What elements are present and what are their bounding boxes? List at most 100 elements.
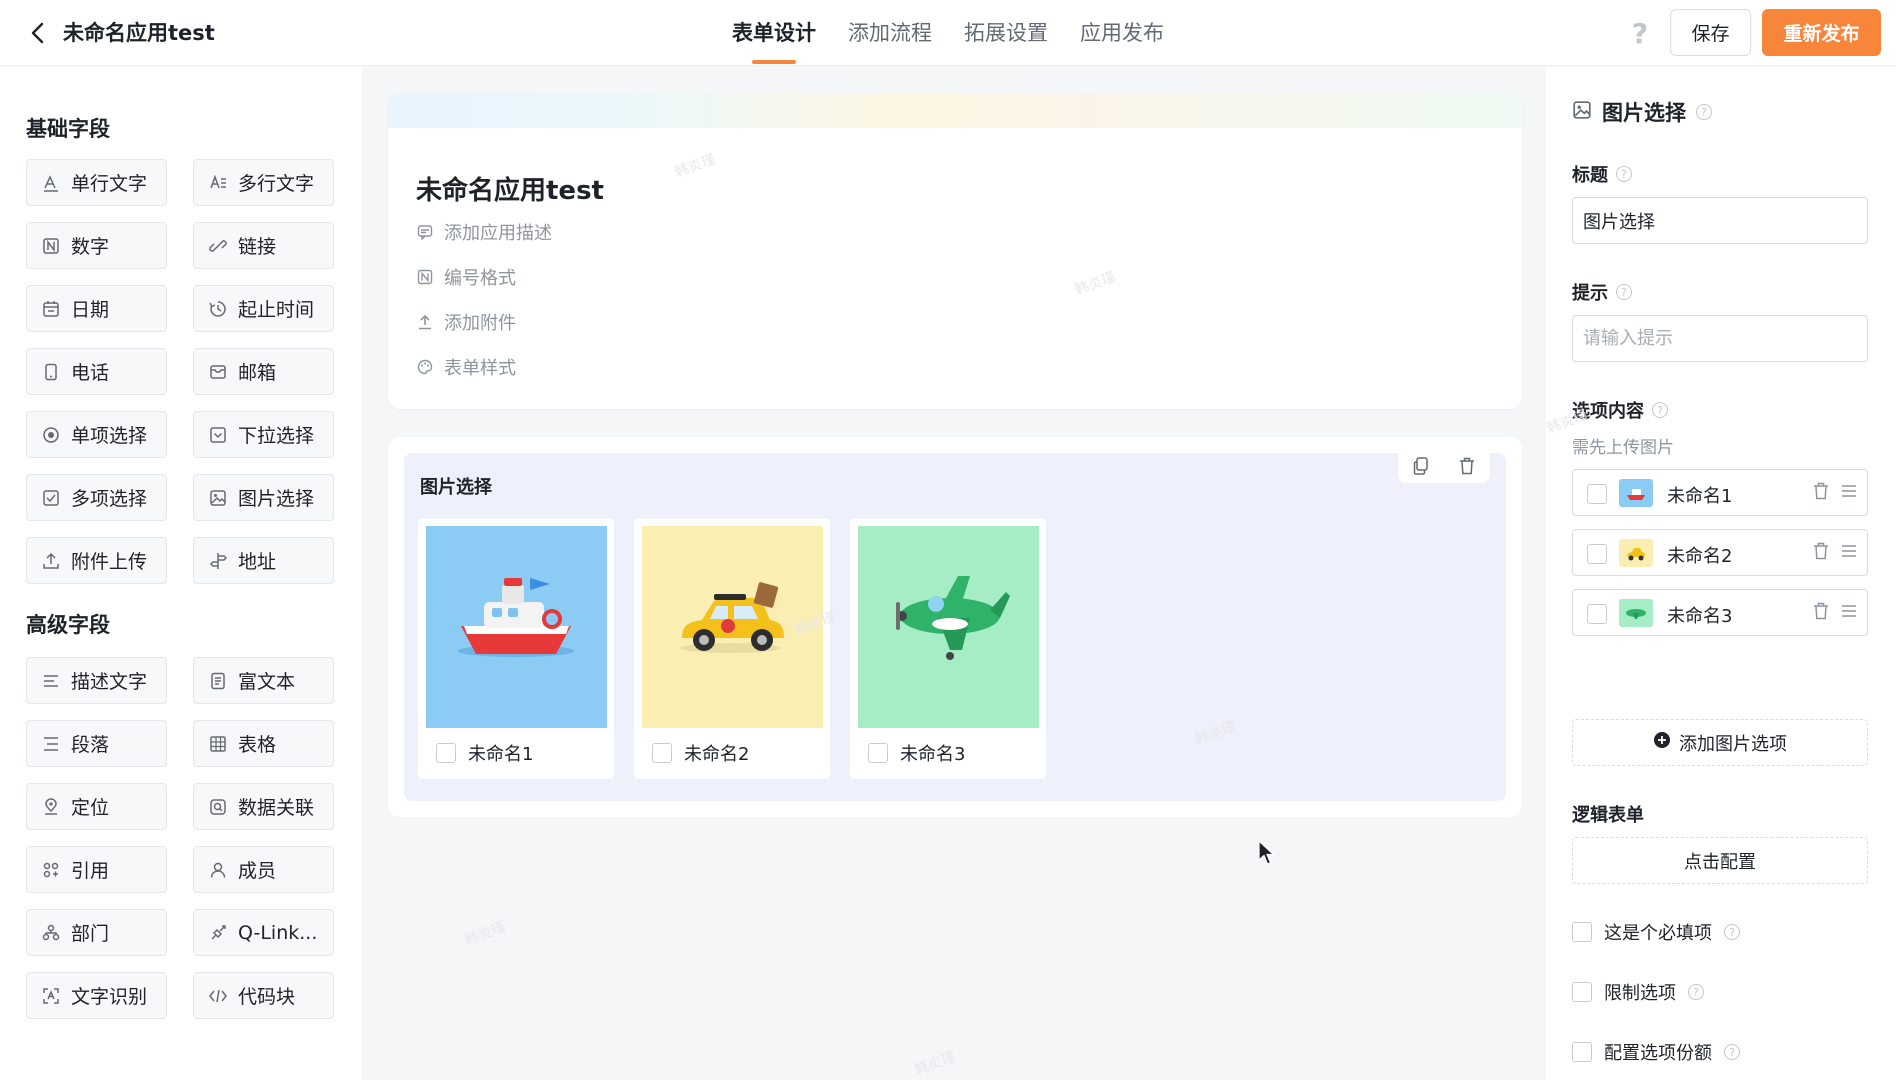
trash-icon[interactable] xyxy=(1813,542,1831,562)
help-circle-icon[interactable]: ? xyxy=(1616,284,1632,300)
picture-checkbox[interactable] xyxy=(652,743,672,763)
help-circle-icon[interactable]: ? xyxy=(1688,984,1704,1000)
comment-icon xyxy=(416,223,434,241)
help-circle-icon[interactable]: ? xyxy=(1724,1044,1740,1060)
multiline-text-icon xyxy=(208,173,228,193)
field-date[interactable]: 日期 xyxy=(26,285,167,332)
option-checkbox[interactable] xyxy=(1587,484,1607,504)
upload-icon xyxy=(41,551,61,571)
mail-icon xyxy=(208,362,228,382)
scan-text-icon xyxy=(41,986,61,1006)
field-multi-line-text[interactable]: 多行文字 xyxy=(193,159,334,206)
help-circle-icon[interactable]: ? xyxy=(1652,402,1668,418)
copy-icon[interactable] xyxy=(1413,456,1429,480)
clock-range-icon xyxy=(208,299,228,319)
field-code-block[interactable]: 代码块 xyxy=(193,972,334,1019)
signpost-icon xyxy=(208,551,228,571)
add-image-option-button[interactable]: 添加图片选项 xyxy=(1572,719,1868,766)
picture-option-card[interactable]: 未命名2 xyxy=(634,519,830,779)
taxi-car-image xyxy=(642,526,823,728)
add-attachment[interactable]: 添加附件 xyxy=(416,309,516,335)
image-icon xyxy=(208,488,228,508)
picture-name: 未命名3 xyxy=(900,744,966,765)
field-address[interactable]: 地址 xyxy=(193,537,334,584)
form-title[interactable]: 未命名应用test xyxy=(416,170,604,207)
org-chart-icon xyxy=(41,923,61,943)
option-thumbnail xyxy=(1619,599,1653,627)
trash-icon[interactable] xyxy=(1813,602,1831,622)
hint-label-row: 提示? xyxy=(1572,279,1632,305)
field-data-association[interactable]: 数据关联 xyxy=(193,783,334,830)
tab-form-design[interactable]: 表单设计 xyxy=(732,0,816,66)
field-table[interactable]: 表格 xyxy=(193,720,334,767)
add-description[interactable]: 添加应用描述 xyxy=(416,219,552,245)
field-link[interactable]: 链接 xyxy=(193,222,334,269)
header-banner xyxy=(388,94,1522,128)
image-icon xyxy=(1572,100,1592,125)
trash-icon[interactable] xyxy=(1813,482,1831,502)
drag-handle-icon[interactable] xyxy=(1841,602,1859,622)
field-email[interactable]: 邮箱 xyxy=(193,348,334,395)
advanced-fields-title: 高级字段 xyxy=(26,613,110,637)
hint-input[interactable] xyxy=(1572,315,1868,362)
drag-handle-icon[interactable] xyxy=(1841,542,1859,562)
upload-icon xyxy=(416,313,434,331)
limit-options-checkbox[interactable] xyxy=(1572,982,1592,1002)
help-circle-icon[interactable]: ? xyxy=(1696,104,1712,120)
picture-option-card[interactable]: 未命名1 xyxy=(418,519,614,779)
required-checkbox[interactable] xyxy=(1572,922,1592,942)
back-icon[interactable] xyxy=(22,18,52,48)
tab-app-publish[interactable]: 应用发布 xyxy=(1080,0,1164,66)
picture-option-card[interactable]: 未命名3 xyxy=(850,519,1046,779)
field-attachment-upload[interactable]: 附件上传 xyxy=(26,537,167,584)
tab-add-flow[interactable]: 添加流程 xyxy=(848,0,932,66)
picture-checkbox[interactable] xyxy=(436,743,456,763)
field-rich-text[interactable]: 富文本 xyxy=(193,657,334,704)
form-header-card: 未命名应用test 添加应用描述 编号格式 添加附件 表单样式 xyxy=(388,94,1522,409)
numbering-format[interactable]: 编号格式 xyxy=(416,264,516,290)
location-pin-icon xyxy=(41,797,61,817)
field-member[interactable]: 成员 xyxy=(193,846,334,893)
document-icon xyxy=(208,671,228,691)
field-department[interactable]: 部门 xyxy=(26,909,167,956)
field-location[interactable]: 定位 xyxy=(26,783,167,830)
field-single-line-text[interactable]: 单行文字 xyxy=(26,159,167,206)
field-text-recognition[interactable]: 文字识别 xyxy=(26,972,167,1019)
required-checkbox-row[interactable]: 这是个必填项? xyxy=(1572,919,1740,945)
field-image-choice[interactable]: 图片选择 xyxy=(193,474,334,521)
image-choice-field-block[interactable]: 图片选择 未命名1 未命名2 未命名3 xyxy=(404,453,1506,801)
limit-options-checkbox-row[interactable]: 限制选项? xyxy=(1572,979,1704,1005)
field-single-choice[interactable]: 单项选择 xyxy=(26,411,167,458)
option-checkbox[interactable] xyxy=(1587,604,1607,624)
plus-circle-icon xyxy=(1653,731,1671,754)
help-circle-icon[interactable]: ? xyxy=(1724,924,1740,940)
option-quota-checkbox[interactable] xyxy=(1572,1042,1592,1062)
form-style[interactable]: 表单样式 xyxy=(416,354,516,380)
option-checkbox[interactable] xyxy=(1587,544,1607,564)
field-dropdown[interactable]: 下拉选择 xyxy=(193,411,334,458)
field-q-link[interactable]: Q-Link... xyxy=(193,909,334,956)
picture-name: 未命名1 xyxy=(468,744,534,765)
drag-handle-icon[interactable] xyxy=(1841,482,1859,502)
field-description-text[interactable]: 描述文字 xyxy=(26,657,167,704)
field-reference[interactable]: 引用 xyxy=(26,846,167,893)
number-icon xyxy=(416,268,434,286)
picture-checkbox[interactable] xyxy=(868,743,888,763)
field-number[interactable]: 数字 xyxy=(26,222,167,269)
save-button[interactable]: 保存 xyxy=(1670,9,1751,56)
option-row: 未命名1 xyxy=(1572,469,1868,516)
option-quota-checkbox-row[interactable]: 配置选项份额? xyxy=(1572,1039,1740,1065)
field-date-range[interactable]: 起止时间 xyxy=(193,285,334,332)
chain-link-icon xyxy=(208,923,228,943)
trash-icon[interactable] xyxy=(1459,457,1475,480)
field-paragraph[interactable]: 段落 xyxy=(26,720,167,767)
field-phone[interactable]: 电话 xyxy=(26,348,167,395)
help-icon[interactable]: ? xyxy=(1624,17,1656,50)
field-multi-choice[interactable]: 多项选择 xyxy=(26,474,167,521)
help-circle-icon[interactable]: ? xyxy=(1616,166,1632,182)
configure-logic-button[interactable]: 点击配置 xyxy=(1572,837,1868,884)
republish-button[interactable]: 重新发布 xyxy=(1762,9,1881,56)
tab-extension-settings[interactable]: 拓展设置 xyxy=(964,0,1048,66)
title-input[interactable] xyxy=(1572,197,1868,244)
option-name: 未命名3 xyxy=(1667,606,1733,627)
